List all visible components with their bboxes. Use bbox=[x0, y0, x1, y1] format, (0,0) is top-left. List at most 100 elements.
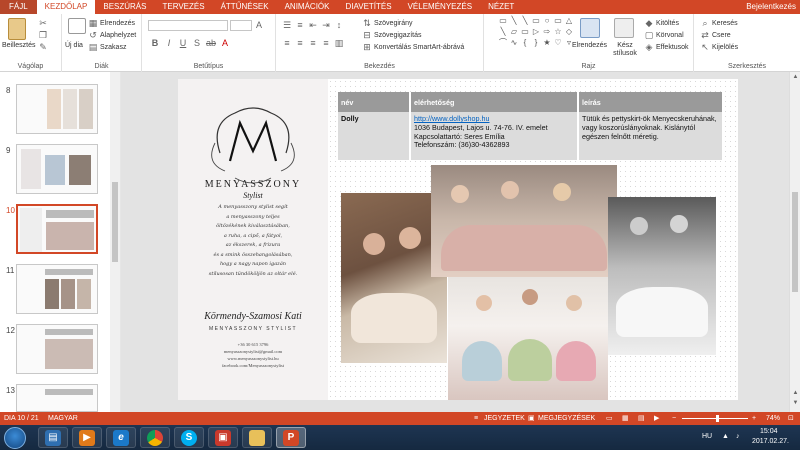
justify-icon[interactable]: ≡ bbox=[321, 38, 331, 48]
increase-indent-icon[interactable]: ⇥ bbox=[321, 20, 331, 30]
tab-file[interactable]: FÁJL bbox=[0, 0, 37, 14]
zoom-slider-handle[interactable] bbox=[716, 415, 719, 422]
find-button[interactable]: Keresés bbox=[712, 20, 738, 27]
scroll-up-icon[interactable]: ▲ bbox=[790, 74, 800, 80]
shape-icon[interactable]: ╲ bbox=[509, 16, 519, 26]
zoom-in-icon[interactable]: + bbox=[752, 412, 756, 425]
slide-thumbnail-9[interactable]: 9 bbox=[0, 144, 110, 196]
align-text-button[interactable]: Szövegigazítás bbox=[374, 32, 421, 39]
quick-styles-button[interactable]: Kész stílusok bbox=[610, 42, 640, 58]
notes-button[interactable]: JEGYZETEK bbox=[484, 412, 525, 425]
slideshow-view-icon[interactable]: ▶ bbox=[654, 412, 659, 425]
shape-icon[interactable]: ▱ bbox=[509, 27, 519, 37]
numbering-icon[interactable]: ≡ bbox=[295, 20, 305, 30]
tab-home[interactable]: KEZDŐLAP bbox=[36, 0, 96, 14]
tab-view[interactable]: NÉZET bbox=[480, 0, 522, 14]
reset-button[interactable]: Alaphelyzet bbox=[100, 32, 136, 39]
columns-icon[interactable]: ▥ bbox=[334, 38, 344, 48]
comments-icon[interactable]: ▣ bbox=[528, 412, 535, 425]
tab-insert[interactable]: BESZÚRÁS bbox=[95, 0, 154, 14]
shape-icon[interactable]: ♡ bbox=[553, 38, 563, 48]
thumbnails-scrollbar[interactable] bbox=[110, 72, 120, 412]
quick-styles-icon[interactable] bbox=[614, 18, 634, 38]
vendor-link[interactable]: http://www.dollyshop.hu bbox=[414, 114, 490, 123]
clock-date[interactable]: 2017.02.27. bbox=[752, 438, 789, 445]
start-button[interactable] bbox=[4, 427, 26, 449]
zoom-out-icon[interactable]: − bbox=[672, 412, 676, 425]
tab-slideshow[interactable]: DIAVETÍTÉS bbox=[338, 0, 400, 14]
shape-icon[interactable]: ★ bbox=[542, 38, 552, 48]
tab-design[interactable]: TERVEZÉS bbox=[154, 0, 212, 14]
shape-icon[interactable]: } bbox=[531, 38, 541, 48]
shape-icon[interactable]: ○ bbox=[542, 16, 552, 26]
tab-review[interactable]: VÉLEMÉNYEZÉS bbox=[400, 0, 480, 14]
sorter-view-icon[interactable]: ▦ bbox=[622, 412, 629, 425]
tab-animations[interactable]: ANIMÁCIÓK bbox=[277, 0, 338, 14]
taskbar-explorer[interactable]: ▤ bbox=[38, 427, 68, 448]
zoom-level[interactable]: 74% bbox=[766, 412, 780, 425]
font-color-icon[interactable]: A bbox=[220, 38, 230, 48]
taskbar-folder[interactable] bbox=[242, 427, 272, 448]
slide[interactable]: MENYASSZONY Stylist A menyasszony stylis… bbox=[178, 79, 738, 400]
slide-thumbnail-11[interactable]: 11 bbox=[0, 264, 110, 316]
paste-button[interactable]: Beillesztés bbox=[2, 42, 35, 49]
comments-button[interactable]: MEGJEGYZÉSEK bbox=[538, 412, 595, 425]
shape-icon[interactable]: ╲ bbox=[520, 16, 530, 26]
normal-view-icon[interactable]: ▭ bbox=[606, 412, 613, 425]
text-direction-button[interactable]: Szövegirány bbox=[374, 20, 413, 27]
shape-icon[interactable]: ▭ bbox=[498, 16, 508, 26]
layout-button[interactable]: Elrendezés bbox=[100, 20, 135, 27]
scrollbar-thumb[interactable] bbox=[112, 182, 118, 262]
vendor-table[interactable]: név elérhetőség leírás Dolly http://www.… bbox=[338, 92, 722, 160]
photo-bw-women[interactable] bbox=[608, 197, 716, 355]
language-indicator[interactable]: MAGYAR bbox=[48, 412, 78, 425]
font-family-input[interactable] bbox=[148, 20, 228, 31]
underline-icon[interactable]: U bbox=[178, 38, 188, 48]
font-size-input[interactable] bbox=[230, 20, 252, 31]
slide-thumbnail-10[interactable]: 10 bbox=[0, 204, 110, 256]
clock-time[interactable]: 15:04 bbox=[760, 428, 778, 435]
shape-icon[interactable]: ∿ bbox=[509, 38, 519, 48]
paste-icon[interactable] bbox=[8, 18, 26, 40]
scrollbar-thumb[interactable] bbox=[792, 192, 798, 292]
reading-view-icon[interactable]: ▤ bbox=[638, 412, 645, 425]
effects-button[interactable]: Effektusok bbox=[656, 44, 689, 51]
taskbar-skype[interactable]: S bbox=[174, 427, 204, 448]
copy-icon[interactable]: ❐ bbox=[38, 30, 48, 40]
cut-icon[interactable]: ✂ bbox=[38, 18, 48, 28]
input-language[interactable]: HU bbox=[702, 433, 712, 440]
shape-icon[interactable]: { bbox=[520, 38, 530, 48]
arrange-button[interactable]: Elrendezés bbox=[572, 42, 607, 49]
shadow-icon[interactable]: S bbox=[192, 38, 202, 48]
shape-icon[interactable]: ⇨ bbox=[542, 27, 552, 37]
format-painter-icon[interactable]: ✎ bbox=[38, 42, 48, 52]
line-spacing-icon[interactable]: ↕ bbox=[334, 20, 344, 30]
new-slide-icon[interactable] bbox=[68, 18, 86, 34]
zoom-slider[interactable] bbox=[682, 418, 748, 419]
slide-thumbnail-12[interactable]: 12 bbox=[0, 324, 110, 376]
smartart-button[interactable]: Konvertálás SmartArt-ábrává bbox=[374, 44, 464, 51]
align-right-icon[interactable]: ≡ bbox=[308, 38, 318, 48]
taskbar-app[interactable]: ▣ bbox=[208, 427, 238, 448]
select-button[interactable]: Kijelölés bbox=[712, 44, 738, 51]
shape-icon[interactable]: ▭ bbox=[531, 16, 541, 26]
shape-icon[interactable]: ⌒ bbox=[498, 38, 508, 48]
slide-thumbnail-8[interactable]: 8 bbox=[0, 84, 110, 136]
replace-button[interactable]: Csere bbox=[712, 32, 731, 39]
previous-slide-icon[interactable]: ▲ bbox=[790, 390, 800, 396]
new-slide-button[interactable]: Új dia bbox=[65, 42, 83, 49]
photo-women-group[interactable] bbox=[431, 165, 617, 277]
fill-button[interactable]: Kitöltés bbox=[656, 20, 679, 27]
bold-icon[interactable]: B bbox=[150, 38, 160, 48]
shape-icon[interactable]: ◇ bbox=[564, 27, 574, 37]
arrange-icon[interactable] bbox=[580, 18, 600, 38]
taskbar-powerpoint[interactable]: P bbox=[276, 427, 306, 448]
shape-icon[interactable]: △ bbox=[564, 16, 574, 26]
tab-transitions[interactable]: ÁTTŰNÉSEK bbox=[213, 0, 277, 14]
strikethrough-icon[interactable]: ab bbox=[206, 38, 216, 48]
shape-icon[interactable]: ▭ bbox=[553, 16, 563, 26]
shapes-gallery[interactable]: ▭ ╲ ╲ ▭ ○ ▭ △ ╲ ▱ ▭ ▷ ⇨ ☆ ◇ ⌒ ∿{} ★ ♡ ▿ bbox=[498, 16, 572, 56]
canvas-scrollbar[interactable]: ▲ ▲ ▼ bbox=[789, 72, 800, 412]
section-button[interactable]: Szakasz bbox=[100, 44, 126, 51]
taskbar-internet-explorer[interactable]: e bbox=[106, 427, 136, 448]
